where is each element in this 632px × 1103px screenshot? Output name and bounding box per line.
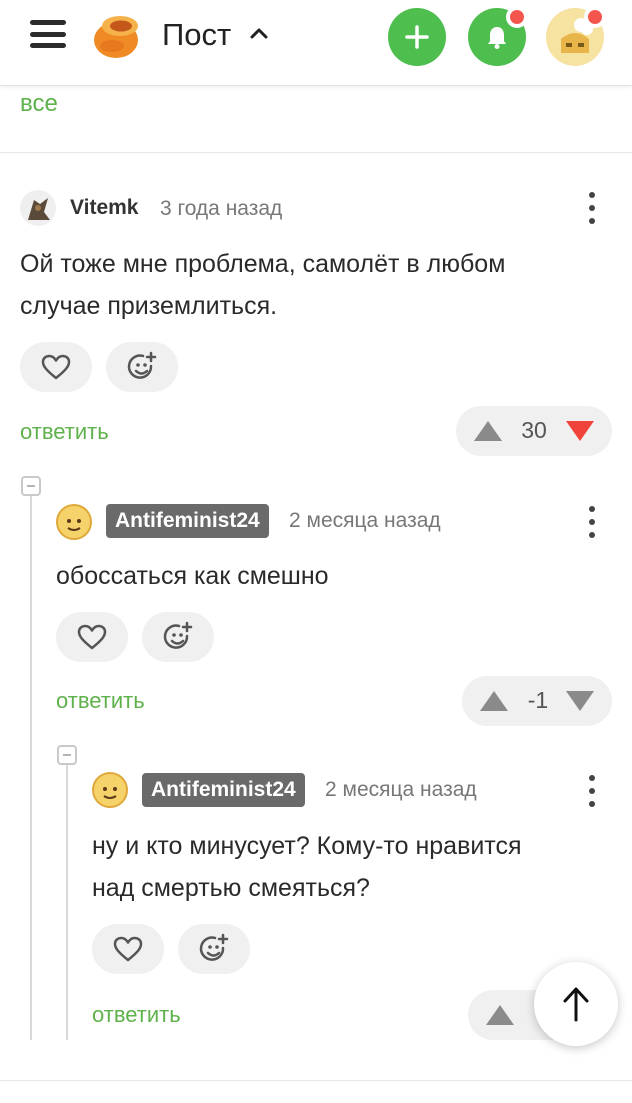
commenter-avatar[interactable]: [56, 504, 92, 540]
scroll-top-icon: [563, 987, 589, 1022]
arrow-up-icon[interactable]: [472, 418, 504, 444]
thread-line: [30, 484, 32, 1040]
comment-text: обоссаться как смешно: [56, 555, 329, 597]
like-button[interactable]: [56, 612, 128, 662]
show-all-link[interactable]: все: [20, 90, 58, 118]
collapse-thread-button[interactable]: [57, 745, 77, 765]
page-title[interactable]: Пост: [162, 16, 231, 54]
reply-link[interactable]: ответить: [20, 419, 109, 445]
add-reaction-button[interactable]: [106, 342, 178, 392]
heart-icon: [77, 624, 107, 650]
comment-text-line: обоссаться как смешно: [56, 562, 329, 590]
commenter-avatar[interactable]: [20, 190, 56, 226]
reply-link[interactable]: ответить: [92, 1002, 181, 1028]
rating-value: -1: [527, 687, 549, 713]
comment-time: 2 месяца назад: [289, 509, 441, 532]
divider: [0, 152, 632, 153]
add-reaction-button[interactable]: [142, 612, 214, 662]
comment-time: 2 месяца назад: [325, 778, 477, 801]
comment-username[interactable]: Antifeminist24: [106, 504, 269, 538]
comment-time: 3 года назад: [160, 197, 283, 220]
arrow-down-icon[interactable]: [564, 688, 596, 714]
profile-notification-dot: [584, 6, 606, 28]
collapse-thread-button[interactable]: [21, 476, 41, 496]
rating-control: 30: [456, 406, 612, 456]
divider: [0, 1080, 632, 1081]
emoji-add-icon: [163, 621, 193, 649]
notification-dot: [506, 6, 528, 28]
comment-text-line: случае приземлиться.: [20, 292, 278, 320]
reply-link[interactable]: ответить: [56, 688, 145, 714]
heart-icon: [113, 936, 143, 962]
comment-username[interactable]: Antifeminist24: [142, 773, 305, 807]
notifications-button[interactable]: [468, 6, 528, 66]
thread-line: [66, 754, 68, 1040]
menu-icon[interactable]: [30, 18, 66, 50]
chevron-up-icon[interactable]: [248, 22, 270, 44]
user-avatar[interactable]: [546, 6, 606, 66]
comment-text: ну и кто минусует? Кому-то нравится над …: [92, 825, 522, 909]
like-button[interactable]: [20, 342, 92, 392]
top-bar: Пост: [0, 0, 632, 86]
add-post-button[interactable]: [388, 8, 446, 66]
more-icon[interactable]: [587, 775, 597, 807]
emoji-add-icon: [127, 351, 157, 379]
arrow-up-icon[interactable]: [484, 1002, 516, 1028]
arrow-down-icon[interactable]: [564, 418, 596, 444]
rating-control: -1: [462, 676, 612, 726]
heart-icon: [41, 354, 71, 380]
comment-text-line: ну и кто минусует? Кому-то нравится: [92, 832, 522, 860]
more-icon[interactable]: [587, 506, 597, 538]
plus-icon: [405, 25, 429, 49]
logo-icon[interactable]: [90, 10, 146, 60]
comment-text: Ой тоже мне проблема, самолёт в любом сл…: [20, 243, 505, 327]
arrow-up-icon[interactable]: [478, 688, 510, 714]
commenter-avatar[interactable]: [92, 772, 128, 808]
more-icon[interactable]: [587, 192, 597, 224]
comment-username[interactable]: Vitemk: [70, 196, 139, 220]
like-button[interactable]: [92, 924, 164, 974]
comment-text-line: над смертью смеяться?: [92, 874, 370, 902]
bell-icon: [488, 27, 506, 49]
rating-value: 30: [521, 417, 547, 443]
add-reaction-button[interactable]: [178, 924, 250, 974]
comment-text-line: Ой тоже мне проблема, самолёт в любом: [20, 250, 506, 278]
emoji-add-icon: [199, 933, 229, 961]
scroll-top-button[interactable]: [534, 962, 618, 1046]
